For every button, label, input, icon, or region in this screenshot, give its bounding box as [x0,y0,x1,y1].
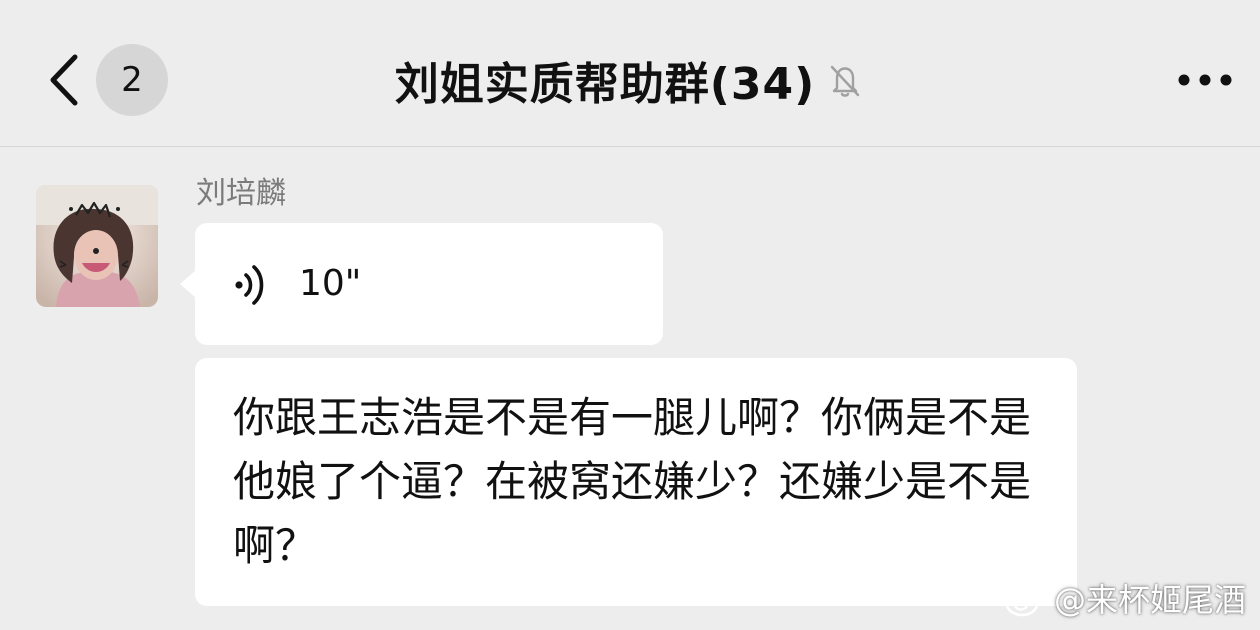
voice-wave-icon [235,265,264,305]
message-text: 你跟王志浩是不是有一腿儿啊？你俩是不是他娘了个逼？在被窝还嫌少？还嫌少是不是啊？ [233,393,1032,570]
sender-name: 刘培麟 [196,176,286,211]
more-options-button[interactable] [1176,56,1234,104]
watermark: @来杯姬尾酒 [1004,578,1246,622]
bell-slash-icon [831,65,860,97]
unread-count-badge[interactable]: 2 [96,44,168,116]
chat-title: 刘姐实质帮助群(34) [394,59,816,110]
more-dots-icon [1178,74,1232,86]
user-avatar[interactable] [36,185,158,307]
weibo-logo-icon [1005,586,1046,617]
chat-header: 2 刘姐实质帮助群(34) [0,0,1260,147]
voice-duration: 10" [299,263,362,304]
text-message-bubble[interactable]: 你跟王志浩是不是有一腿儿啊？你俩是不是他娘了个逼？在被窝还嫌少？还嫌少是不是啊？ [195,358,1077,606]
back-button[interactable] [40,48,88,112]
watermark-text: @来杯姬尾酒 [1053,581,1246,619]
voice-message-bubble[interactable]: 10" [180,223,663,345]
chevron-left-icon [50,54,78,106]
